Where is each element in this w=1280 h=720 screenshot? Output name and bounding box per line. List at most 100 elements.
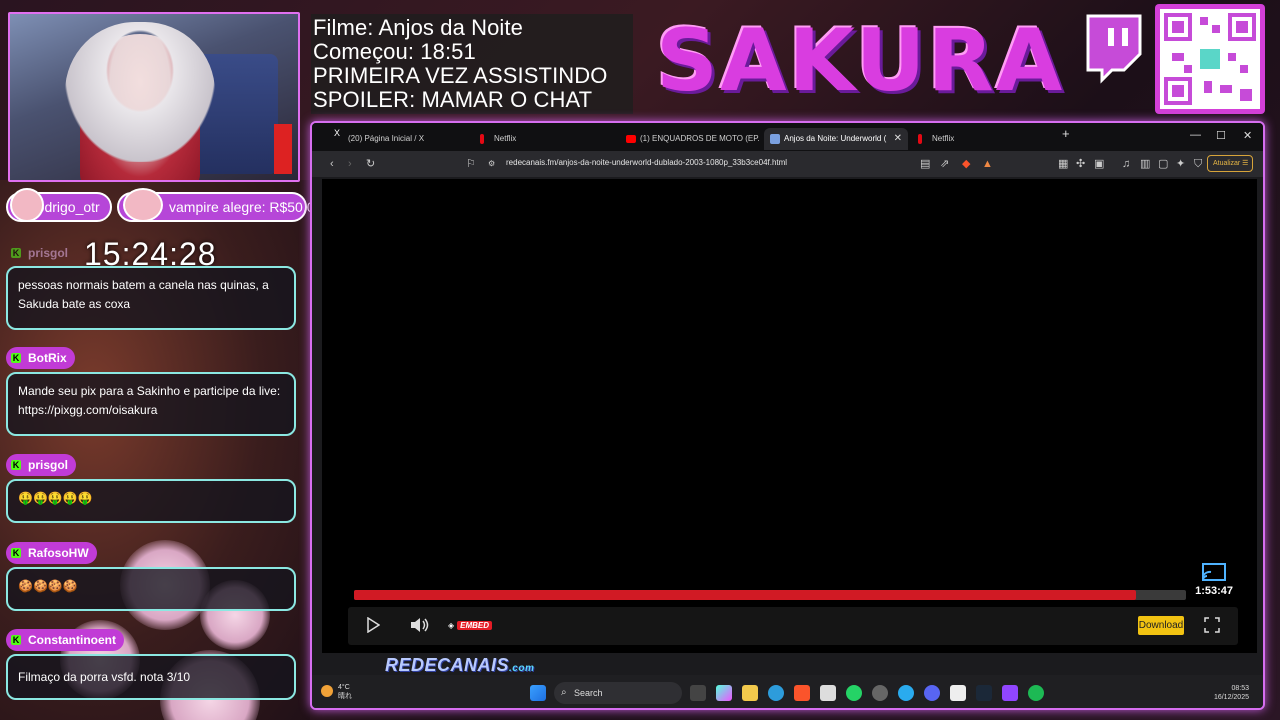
play-icon[interactable] bbox=[366, 617, 380, 633]
follower-alert: rodrigo_otr bbox=[6, 188, 112, 222]
windows-start-icon[interactable] bbox=[530, 685, 546, 701]
taskbar: 4°C 晴れ ⌕ Search 08:53 16/12/2025 bbox=[312, 675, 1263, 708]
kick-badge-icon: K bbox=[11, 635, 21, 645]
light-decoration bbox=[274, 124, 292, 174]
brave-shields-icon[interactable]: ◆ bbox=[962, 157, 970, 171]
kick-badge-icon: K bbox=[11, 248, 21, 258]
progress-bar[interactable] bbox=[354, 590, 1186, 600]
site-icon bbox=[770, 134, 780, 144]
toolbar: ‹ › ↻ ⚐ ⚙ redecanais.fm/anjos-da-noite-u… bbox=[312, 151, 1263, 177]
avatar bbox=[123, 188, 163, 222]
whatsapp-icon[interactable] bbox=[846, 685, 862, 701]
folder-icon[interactable] bbox=[742, 685, 758, 701]
cast-icon[interactable] bbox=[1201, 563, 1227, 583]
chat-message: 🍪🍪🍪🍪 bbox=[6, 567, 296, 611]
back-icon[interactable]: ‹ bbox=[330, 157, 334, 171]
share-icon[interactable]: ⇗ bbox=[940, 157, 949, 171]
rewards-icon[interactable]: ▲ bbox=[982, 157, 993, 171]
update-button[interactable]: Atualizar ☰ bbox=[1207, 155, 1253, 172]
chat-username: Kprisgol bbox=[11, 246, 69, 260]
tab-netflix-2[interactable]: Netflix bbox=[912, 128, 1052, 150]
discord-icon[interactable] bbox=[924, 685, 940, 701]
movie-info-panel: Filme: Anjos da Noite Começou: 18:51 PRI… bbox=[311, 14, 633, 114]
twitch-app-icon[interactable] bbox=[1002, 685, 1018, 701]
obs-icon[interactable] bbox=[872, 685, 888, 701]
tab-bar: X (20) Página Inicial / X Netflix (1) EN… bbox=[312, 123, 1263, 151]
tabs-icon[interactable]: ▢ bbox=[1158, 157, 1168, 171]
chat-username: K RafosoHW bbox=[6, 542, 97, 564]
telegram-icon[interactable] bbox=[898, 685, 914, 701]
sidebar-icon[interactable]: ▥ bbox=[1140, 157, 1150, 171]
leo-icon[interactable]: ✦ bbox=[1176, 157, 1185, 171]
tab-x[interactable]: X (20) Página Inicial / X bbox=[328, 128, 468, 150]
netflix-icon bbox=[480, 134, 484, 144]
qr-code bbox=[1155, 4, 1265, 114]
streamer-hair bbox=[65, 22, 215, 162]
spoiler-note: SPOILER: MAMAR O CHAT bbox=[313, 87, 593, 112]
youtube-icon bbox=[626, 135, 636, 143]
channel-logo: SAKURA bbox=[656, 11, 1065, 111]
wallet-icon[interactable]: ▣ bbox=[1094, 157, 1104, 171]
weather-widget[interactable]: 4°C 晴れ bbox=[321, 683, 352, 701]
embed-logo-icon: ◈ bbox=[448, 621, 455, 630]
new-tab-button[interactable]: + bbox=[1062, 126, 1070, 141]
progress-fill bbox=[354, 590, 1137, 600]
close-window-icon[interactable]: ✕ bbox=[1243, 129, 1252, 142]
minimize-icon[interactable]: — bbox=[1190, 129, 1201, 141]
avatar bbox=[10, 188, 44, 222]
qr-code-icon bbox=[1164, 13, 1256, 105]
donation-text: vampire alegre: R$50.00 bbox=[169, 199, 323, 215]
video-player[interactable]: 1:53:47 ◈ EMBED Download bbox=[322, 179, 1257, 653]
chat-username: K Constantinoent bbox=[6, 629, 124, 651]
app-icon[interactable] bbox=[950, 685, 966, 701]
puzzle-icon[interactable]: ✣ bbox=[1076, 157, 1085, 171]
edge-icon[interactable] bbox=[768, 685, 784, 701]
embed-badge: ◈ EMBED bbox=[448, 619, 493, 633]
site-info-icon[interactable]: ⚙ bbox=[488, 157, 495, 171]
media-icon[interactable]: ♫ bbox=[1122, 157, 1130, 171]
brave-icon[interactable] bbox=[794, 685, 810, 701]
donation-alert: vampire alegre: R$50.00 bbox=[117, 188, 322, 222]
close-tab-icon[interactable]: ✕ bbox=[894, 128, 902, 150]
taskbar-search[interactable]: ⌕ Search bbox=[554, 682, 682, 704]
kick-badge-icon: K bbox=[11, 548, 21, 558]
search-icon: ⌕ bbox=[561, 687, 567, 698]
spotify-icon[interactable] bbox=[1028, 685, 1044, 701]
address-bar[interactable]: redecanais.fm/anjos-da-noite-underworld-… bbox=[506, 158, 787, 167]
sun-icon bbox=[321, 685, 333, 697]
chat-message: pessoas normais batem a canela nas quina… bbox=[6, 266, 296, 330]
movie-title: Filme: Anjos da Noite bbox=[313, 15, 523, 40]
reader-icon[interactable]: ▤ bbox=[920, 157, 930, 171]
tab-netflix[interactable]: Netflix bbox=[474, 128, 614, 150]
browser-window: X (20) Página Inicial / X Netflix (1) EN… bbox=[310, 121, 1265, 710]
vpn-icon[interactable]: ⛉ bbox=[1194, 157, 1202, 171]
maximize-icon[interactable]: ☐ bbox=[1216, 129, 1226, 142]
kick-badge-icon: K bbox=[11, 460, 21, 470]
chat-message: Mande seu pix para a Sakinho e participe… bbox=[6, 372, 296, 436]
forward-icon[interactable]: › bbox=[348, 157, 352, 171]
download-button[interactable]: Download bbox=[1138, 616, 1184, 635]
first-time-note: PRIMEIRA VEZ ASSISTINDO bbox=[313, 63, 608, 88]
tab-active[interactable]: Anjos da Noite: Underworld ( ✕ bbox=[764, 128, 908, 150]
movie-start-time: Começou: 18:51 bbox=[313, 39, 476, 64]
extension-icon[interactable]: ▦ bbox=[1058, 157, 1068, 171]
fullscreen-icon[interactable] bbox=[1204, 617, 1220, 633]
chat-username: Kprisgol bbox=[6, 454, 77, 476]
twitch-icon bbox=[1086, 14, 1142, 84]
system-clock[interactable]: 08:53 16/12/2025 bbox=[1214, 684, 1249, 702]
steam-icon[interactable] bbox=[976, 685, 992, 701]
x-icon: X bbox=[334, 128, 341, 138]
video-duration: 1:53:47 bbox=[1195, 585, 1233, 597]
tab-youtube[interactable]: (1) ENQUADROS DE MOTO (EP. 127) bbox=[620, 128, 760, 150]
site-brand: REDECANAIS.com bbox=[385, 655, 535, 675]
volume-icon[interactable] bbox=[410, 617, 430, 633]
player-controls: ◈ EMBED Download bbox=[348, 607, 1238, 645]
kick-badge-icon: K bbox=[11, 353, 21, 363]
reload-icon[interactable]: ↻ bbox=[366, 157, 375, 171]
chat-message: 🤑🤑🤑🤑🤑 bbox=[6, 479, 296, 523]
store-icon[interactable] bbox=[820, 685, 836, 701]
copilot-icon[interactable] bbox=[716, 685, 732, 701]
task-view-icon[interactable] bbox=[690, 685, 706, 701]
bookmark-icon[interactable]: ⚐ bbox=[466, 157, 476, 171]
chat-message: Filmaço da porra vsfd. nota 3/10 bbox=[6, 654, 296, 700]
